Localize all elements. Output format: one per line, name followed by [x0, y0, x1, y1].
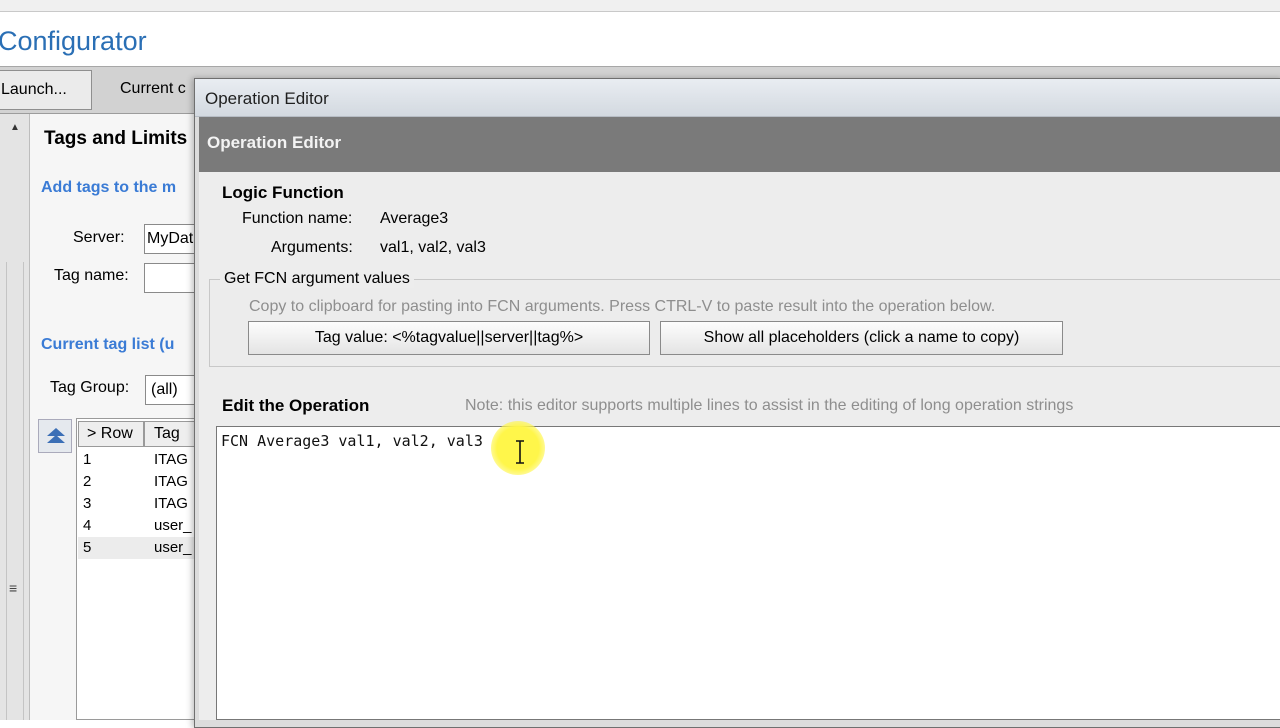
server-label: Server: — [73, 229, 125, 246]
table-row[interactable]: 3 ITAG — [78, 493, 200, 515]
app-title: Configurator — [0, 26, 147, 56]
row-tag: user_ — [154, 517, 192, 534]
show-placeholders-button[interactable]: Show all placeholders (click a name to c… — [660, 321, 1063, 355]
table-row[interactable]: 1 ITAG — [78, 449, 200, 471]
function-name-label: Function name: — [242, 210, 353, 227]
scroll-up-icon[interactable]: ▲ — [10, 122, 20, 133]
row-tag: ITAG — [154, 495, 188, 512]
row-number: 1 — [83, 451, 92, 468]
dialog-titlebar[interactable] — [195, 79, 1280, 117]
row-number: 5 — [83, 539, 92, 556]
logic-function-title: Logic Function — [222, 183, 344, 202]
dialog-window-title: Operation Editor — [205, 89, 329, 108]
grip-lines-icon[interactable]: ≡ — [9, 580, 17, 596]
row-number: 4 — [83, 517, 92, 534]
arguments-label: Arguments: — [271, 239, 353, 256]
double-chevron-up-icon[interactable] — [38, 419, 72, 453]
arguments-value: val1, val2, val3 — [380, 239, 486, 256]
add-tags-heading: Add tags to the m — [41, 179, 177, 196]
row-tag: user_ — [154, 539, 192, 556]
launch-button[interactable]: Launch... — [0, 70, 92, 110]
row-tag: ITAG — [154, 451, 188, 468]
current-tag-list-heading: Current tag list (u — [41, 336, 175, 353]
edit-operation-note: Note: this editor supports multiple line… — [465, 397, 1074, 414]
table-row[interactable]: 2 ITAG — [78, 471, 200, 493]
table-row-selected[interactable]: 5 user_ — [78, 537, 200, 559]
tag-value-button[interactable]: Tag value: <%tagvalue||server||tag%> — [248, 321, 650, 355]
table-row[interactable]: 4 user_ — [78, 515, 200, 537]
tag-name-label: Tag name: — [54, 267, 129, 284]
dialog-header-title: Operation Editor — [207, 133, 342, 152]
operation-text[interactable]: FCN Average3 val1, val2, val3 — [221, 432, 483, 450]
edit-operation-title: Edit the Operation — [222, 396, 370, 415]
function-name-value: Average3 — [380, 210, 449, 227]
window-top-strip — [0, 0, 1280, 12]
section-title: Tags and Limits — [44, 128, 188, 149]
operation-editor-textarea[interactable] — [216, 426, 1280, 720]
tab-current[interactable]: Current c — [120, 80, 186, 98]
tag-group-label: Tag Group: — [50, 379, 130, 396]
fcn-argument-hint: Copy to clipboard for pasting into FCN a… — [249, 298, 996, 315]
row-number: 2 — [83, 473, 92, 490]
i-beam-cursor-icon — [514, 440, 526, 469]
row-number: 3 — [83, 495, 92, 512]
fcn-argument-group-title: Get FCN argument values — [220, 270, 414, 288]
column-header-row[interactable]: > Row — [78, 421, 144, 447]
dialog-header-band — [199, 117, 1280, 172]
scroll-track[interactable] — [6, 262, 24, 720]
row-tag: ITAG — [154, 473, 188, 490]
